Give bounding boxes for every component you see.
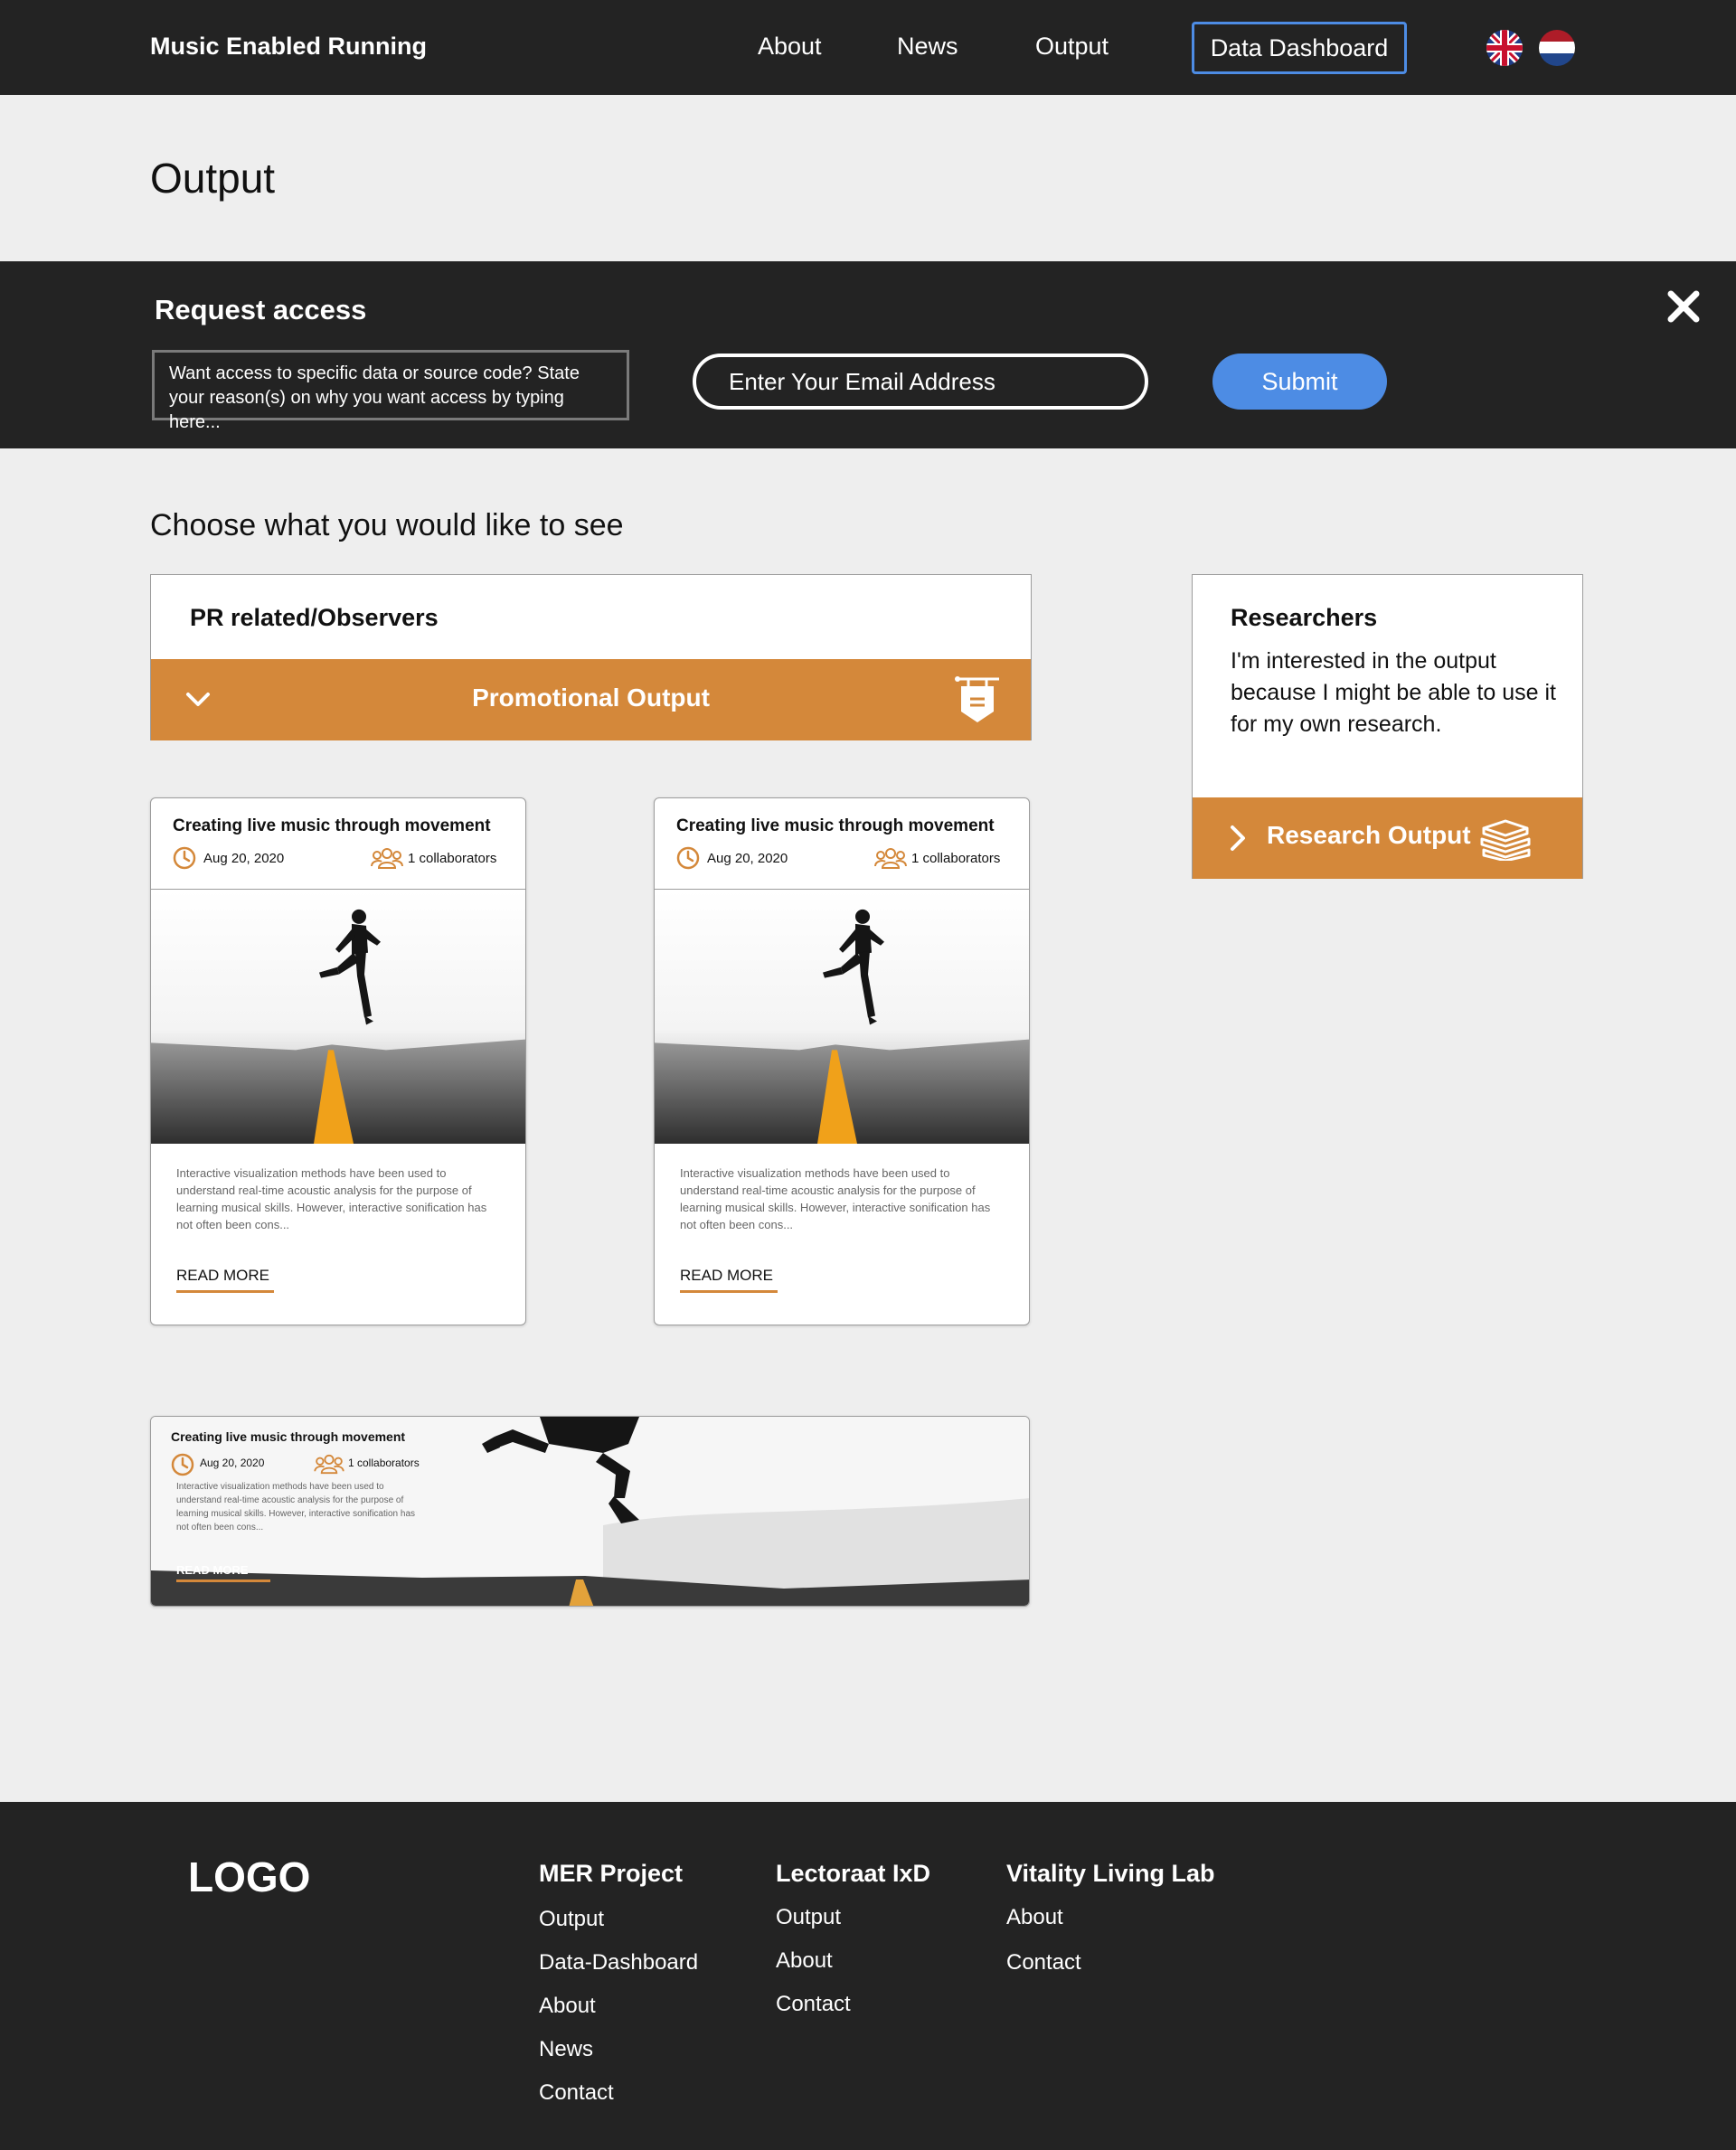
email-input[interactable]: Enter Your Email Address — [693, 354, 1148, 410]
footer: LOGO MER Project Output Data-Dashboard A… — [0, 1802, 1736, 2150]
researchers-description: I'm interested in the output because I m… — [1231, 648, 1556, 737]
footer-logo[interactable]: LOGO — [188, 1853, 310, 1901]
books-icon — [1480, 819, 1531, 861]
dutch-flag-icon[interactable] — [1539, 30, 1575, 66]
post-card[interactable]: Creating live music through movement Aug… — [150, 797, 526, 1325]
post-card-wide[interactable]: Creating live music through movement Aug… — [150, 1416, 1030, 1607]
post-image — [655, 889, 1029, 1144]
uk-flag-icon[interactable] — [1486, 30, 1523, 66]
footer-link-output[interactable]: Output — [539, 1907, 604, 1932]
pr-observers-card: PR related/Observers Promotional Output — [150, 574, 1032, 740]
footer-link-contact[interactable]: Contact — [1006, 1950, 1081, 1976]
research-output-button[interactable]: Research Output — [1193, 797, 1582, 879]
data-dashboard-button[interactable]: Data Dashboard — [1192, 22, 1407, 74]
nav-news[interactable]: News — [897, 33, 958, 61]
footer-link-data-dashboard[interactable]: Data-Dashboard — [539, 1950, 698, 1976]
post-date: Aug 20, 2020 — [200, 1457, 265, 1469]
post-collaborators: 1 collaborators — [911, 851, 1001, 866]
post-image — [151, 889, 525, 1144]
footer-col-title-mer: MER Project — [539, 1860, 684, 1887]
clock-icon — [173, 846, 196, 870]
footer-link-news[interactable]: News — [539, 2037, 593, 2062]
research-output-label: Research Output — [1267, 821, 1471, 849]
footer-col-title-vitality: Vitality Living Lab — [1006, 1860, 1215, 1887]
footer-link-contact[interactable]: Contact — [539, 2080, 614, 2106]
read-more-link[interactable]: READ MORE — [680, 1267, 773, 1285]
close-icon[interactable] — [1664, 287, 1703, 326]
footer-link-contact[interactable]: Contact — [776, 1992, 851, 2017]
footer-col-title-lectoraat: Lectoraat IxD — [776, 1860, 931, 1887]
post-date: Aug 20, 2020 — [707, 851, 788, 866]
post-excerpt: Interactive visualization methods have b… — [680, 1166, 991, 1231]
access-reason-textarea[interactable]: Want access to specific data or source c… — [152, 350, 629, 432]
submit-button[interactable]: Submit — [1212, 354, 1387, 410]
footer-link-about[interactable]: About — [539, 1994, 596, 2019]
promotional-output-toggle[interactable]: Promotional Output — [151, 659, 1031, 740]
read-more-link[interactable]: READ MORE — [176, 1267, 269, 1285]
researchers-title: Researchers — [1231, 604, 1378, 631]
nav-output[interactable]: Output — [1035, 33, 1109, 61]
read-more-underline — [680, 1290, 778, 1293]
promotional-output-label: Promotional Output — [472, 684, 710, 712]
post-title[interactable]: Creating live music through movement — [173, 816, 491, 836]
request-access-panel: Request access Want access to specific d… — [0, 261, 1736, 448]
nav-about[interactable]: About — [758, 33, 822, 61]
post-date: Aug 20, 2020 — [203, 851, 285, 866]
researchers-card: Researchers I'm interested in the output… — [1192, 574, 1583, 879]
signboard-icon — [955, 676, 999, 722]
post-collaborators: 1 collaborators — [408, 851, 497, 866]
choose-heading: Choose what you would like to see — [150, 508, 624, 542]
pr-card-title: PR related/Observers — [190, 604, 439, 631]
collaborators-icon — [314, 1454, 344, 1475]
page-title: Output — [150, 155, 276, 202]
post-excerpt: Interactive visualization methods have b… — [176, 1166, 487, 1231]
request-access-title: Request access — [155, 294, 367, 325]
footer-link-about[interactable]: About — [776, 1948, 833, 1974]
post-card[interactable]: Creating live music through movement Aug… — [654, 797, 1030, 1325]
chevron-right-icon — [1231, 825, 1245, 851]
collaborators-icon — [874, 848, 907, 869]
post-title[interactable]: Creating live music through movement — [171, 1429, 405, 1444]
collaborators-icon — [371, 848, 403, 869]
clock-icon — [171, 1453, 194, 1476]
post-title[interactable]: Creating live music through movement — [676, 816, 995, 836]
clock-icon — [676, 846, 700, 870]
site-brand[interactable]: Music Enabled Running — [150, 33, 427, 61]
post-collaborators: 1 collaborators — [348, 1457, 420, 1469]
top-navbar: Music Enabled Running About News Output … — [0, 0, 1736, 95]
read-more-link[interactable]: READ MORE — [176, 1563, 248, 1577]
post-excerpt: Interactive visualization methods have b… — [176, 1482, 416, 1532]
read-more-underline — [176, 1579, 270, 1582]
read-more-underline — [176, 1290, 274, 1293]
footer-link-output[interactable]: Output — [776, 1905, 841, 1930]
footer-link-about[interactable]: About — [1006, 1905, 1063, 1930]
